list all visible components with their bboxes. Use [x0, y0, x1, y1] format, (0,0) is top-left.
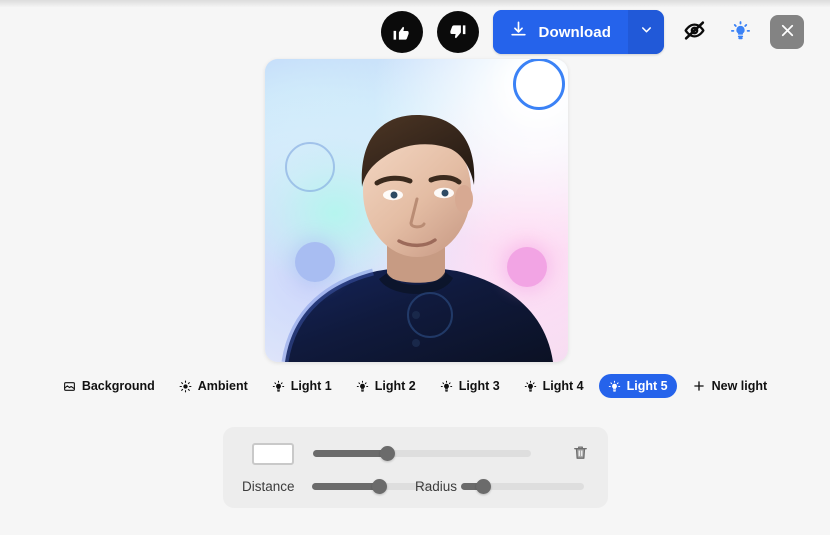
radius-label: Radius	[415, 479, 458, 494]
tab-label: Background	[81, 379, 155, 393]
intensity-slider[interactable]	[313, 446, 531, 461]
thumbs-up-button[interactable]	[380, 11, 423, 53]
bulb-icon	[272, 380, 285, 393]
hide-lights-button[interactable]	[678, 16, 710, 48]
tab-label: Light 2	[374, 379, 416, 393]
lightbulb-button[interactable]	[724, 16, 756, 48]
download-button[interactable]: Download	[492, 10, 628, 54]
download-icon	[509, 20, 528, 44]
intensity-slider-thumb[interactable]	[379, 446, 395, 461]
tab-light-1[interactable]: Light 1	[263, 374, 341, 398]
distance-label: Distance	[242, 479, 295, 494]
bulb-icon	[608, 380, 621, 393]
intensity-slider-fill	[313, 450, 388, 457]
image-icon	[63, 380, 76, 393]
tab-light-4[interactable]: Light 4	[515, 374, 593, 398]
tab-light-2[interactable]: Light 2	[347, 374, 425, 398]
app-root: Download Background Ambient Light 1 Ligh…	[0, 0, 830, 535]
light-controls-panel: Distance Radius	[223, 427, 608, 508]
preview-canvas[interactable]	[265, 59, 568, 362]
delete-light-button[interactable]	[568, 443, 592, 467]
trash-icon	[572, 444, 589, 466]
light-tabs: Background Ambient Light 1 Light 2 Light…	[0, 374, 830, 398]
light-5-handle[interactable]	[513, 59, 565, 110]
tab-label: Light 4	[542, 379, 584, 393]
bulb-icon	[524, 380, 537, 393]
download-label: Download	[538, 23, 611, 41]
light-3-handle[interactable]	[507, 247, 547, 287]
tab-light-5[interactable]: Light 5	[598, 374, 677, 398]
close-icon	[778, 21, 797, 43]
light-1-handle[interactable]	[285, 142, 335, 192]
tab-background[interactable]: Background	[54, 374, 164, 398]
radius-slider[interactable]	[461, 479, 584, 494]
download-dropdown-button[interactable]	[628, 10, 664, 54]
thumbs-down-icon	[448, 23, 467, 42]
tab-label: Ambient	[197, 379, 248, 393]
distance-slider-thumb[interactable]	[372, 479, 388, 494]
top-edge-shadow	[0, 0, 830, 7]
distance-slider[interactable]	[312, 479, 431, 494]
tab-label: New light	[711, 379, 768, 393]
eye-off-icon	[682, 18, 707, 46]
tab-label: Light 5	[626, 379, 668, 393]
sun-icon	[179, 380, 192, 393]
light-2-handle[interactable]	[295, 242, 335, 282]
bulb-icon	[440, 380, 453, 393]
portrait-photo	[265, 59, 568, 362]
thumbs-up-icon	[392, 23, 411, 42]
chevron-down-icon	[639, 22, 654, 42]
tab-label: Light 1	[290, 379, 332, 393]
download-button-group[interactable]: Download	[492, 10, 664, 54]
tab-ambient[interactable]: Ambient	[170, 374, 257, 398]
lightbulb-icon	[729, 19, 752, 45]
top-toolbar: Download	[380, 10, 804, 54]
tab-light-3[interactable]: Light 3	[431, 374, 509, 398]
light-color-swatch[interactable]	[252, 443, 294, 465]
bulb-icon	[356, 380, 369, 393]
tab-label: Light 3	[458, 379, 500, 393]
plus-icon	[692, 379, 706, 393]
close-button[interactable]	[770, 15, 804, 49]
thumbs-down-button[interactable]	[436, 11, 479, 53]
light-4-handle[interactable]	[407, 292, 453, 338]
tab-new-light[interactable]: New light	[683, 374, 777, 398]
distance-slider-fill	[312, 483, 380, 490]
radius-slider-thumb[interactable]	[475, 479, 491, 494]
